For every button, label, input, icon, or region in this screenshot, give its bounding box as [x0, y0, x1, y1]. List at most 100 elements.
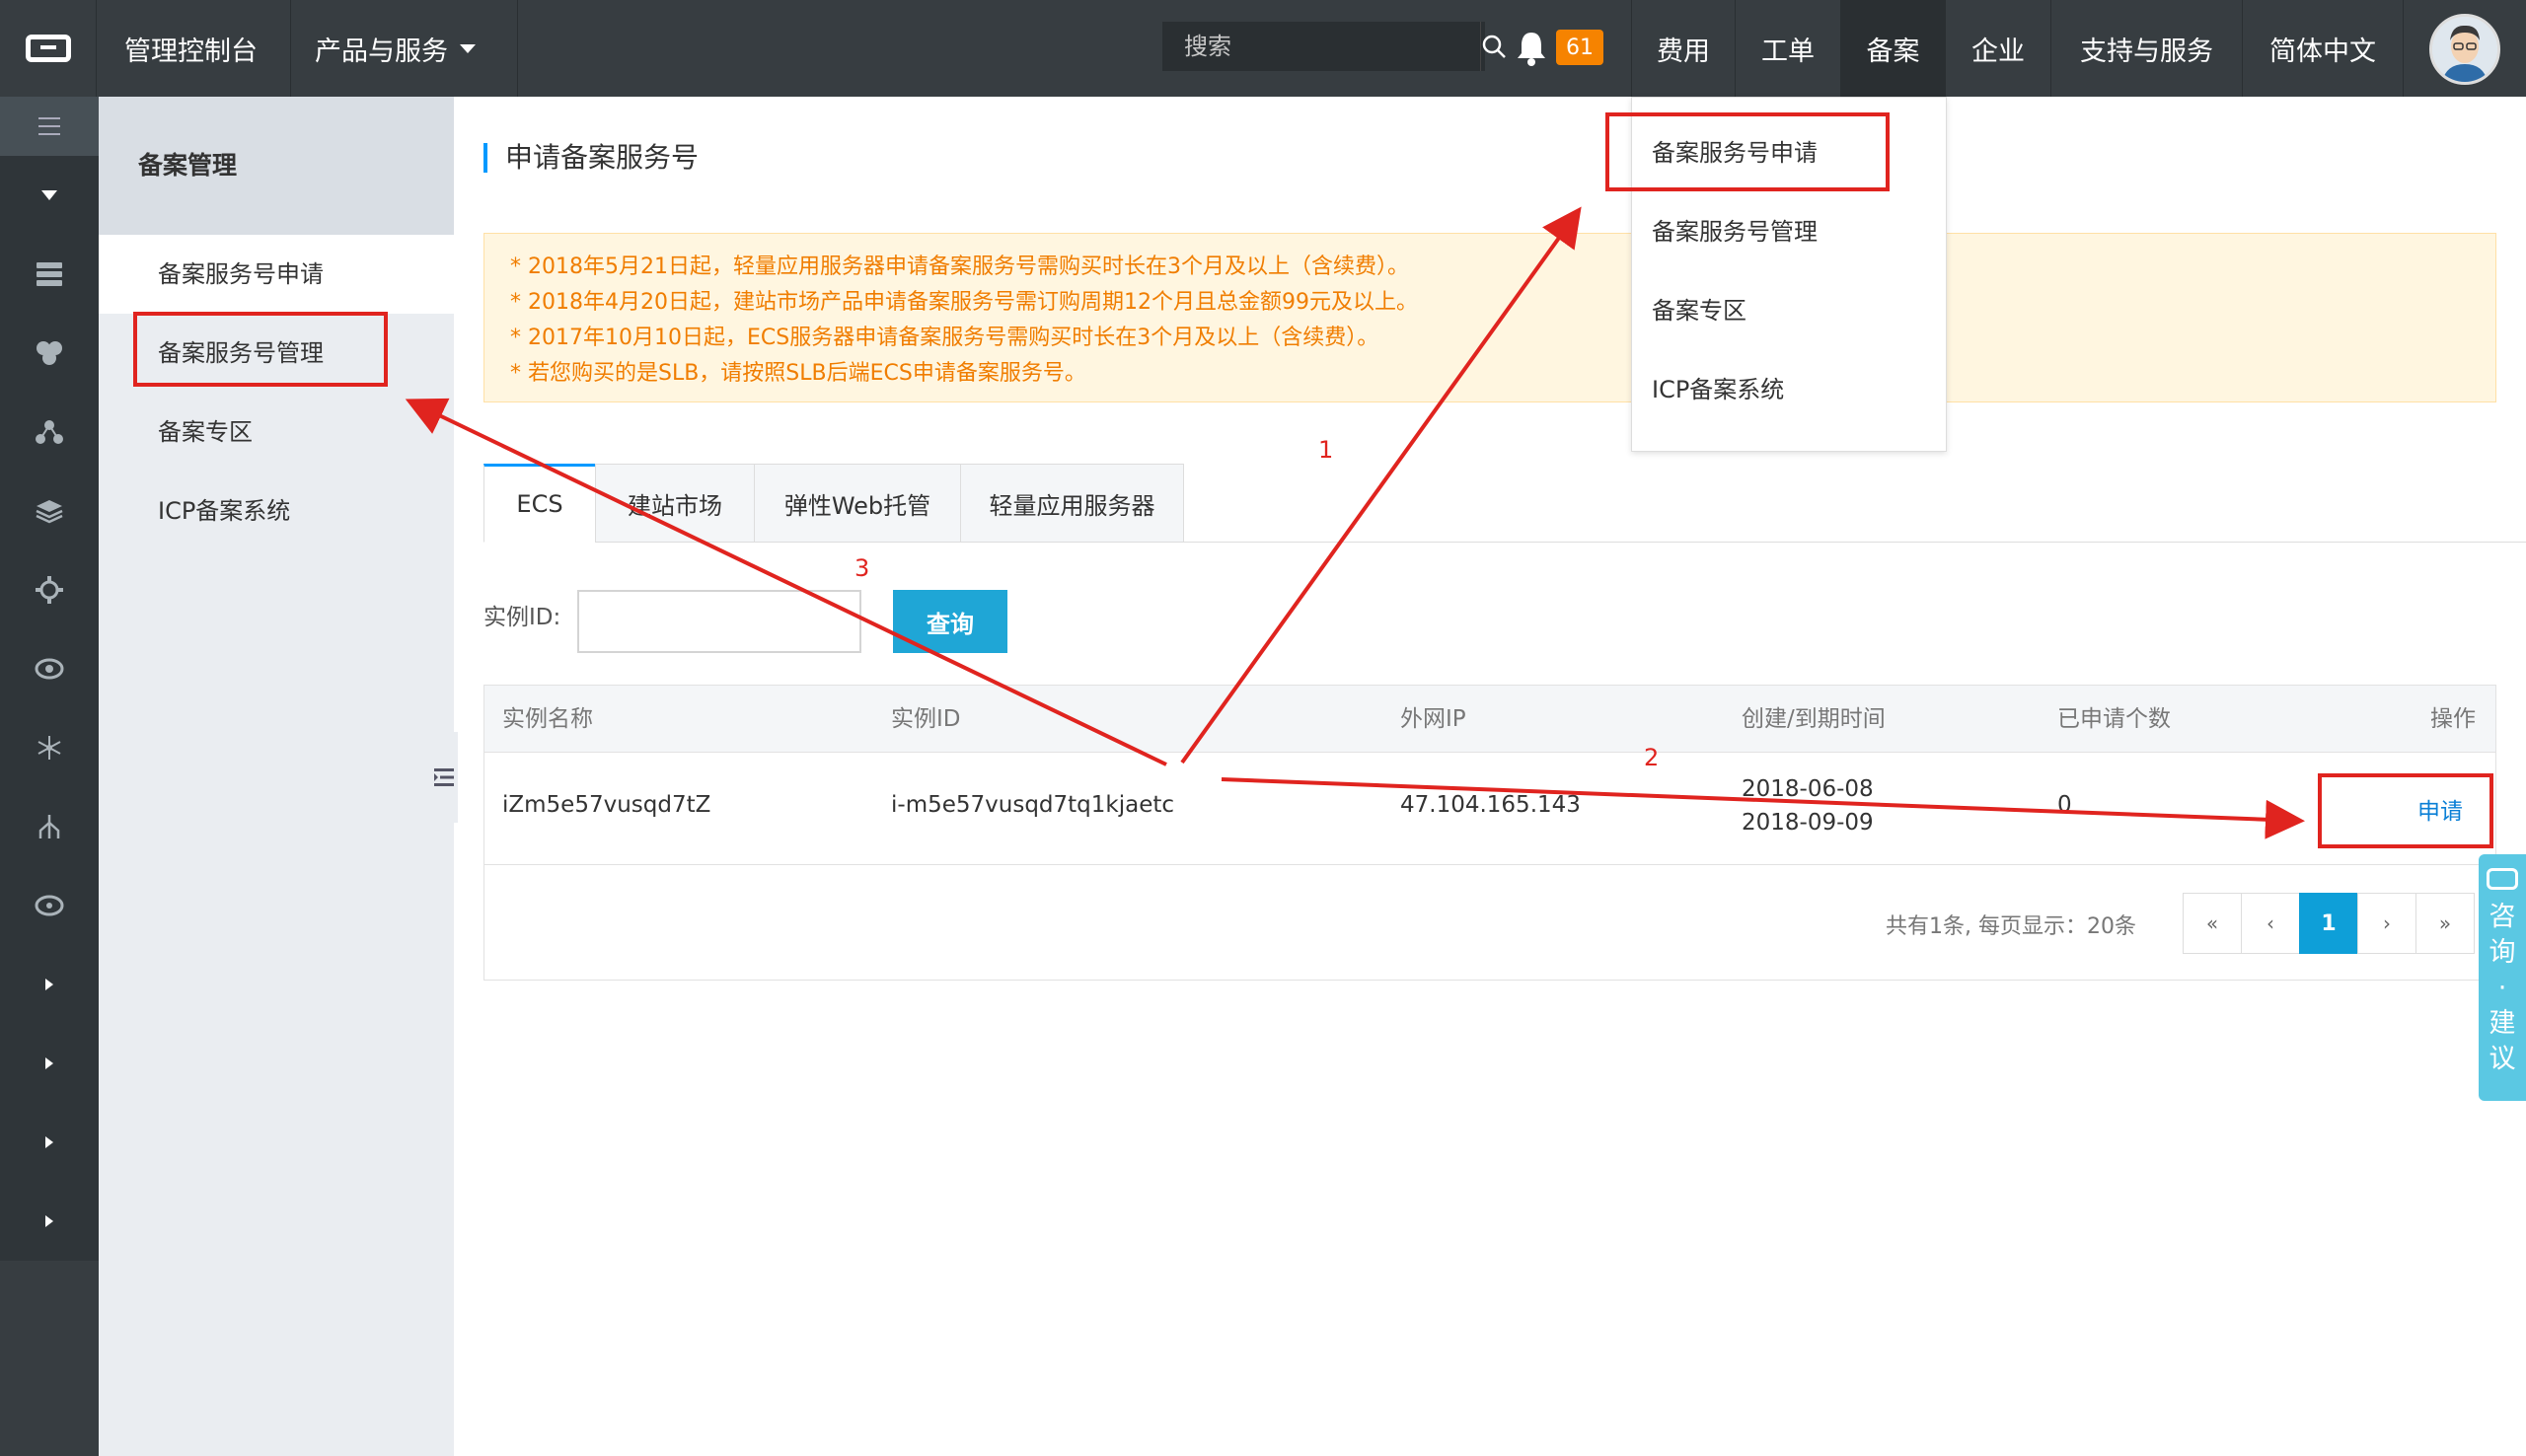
- search-button[interactable]: [1480, 22, 1507, 71]
- subnav-item-filing-zone[interactable]: 备案专区: [99, 393, 454, 472]
- search-box: [1162, 22, 1506, 71]
- nav-support-label: 支持与服务: [2080, 36, 2213, 67]
- sidebar-group-4[interactable]: [0, 1182, 99, 1261]
- cell-public-ip: 47.104.165.143: [1400, 792, 1581, 818]
- query-button[interactable]: 查询: [893, 590, 1007, 653]
- console-home-link[interactable]: 管理控制台: [97, 0, 291, 97]
- nav-enterprise-label: 企业: [1971, 36, 2025, 67]
- col-instance-id: 实例ID: [891, 706, 961, 732]
- sidebar-expand[interactable]: [0, 156, 99, 235]
- chevron-right-icon: [45, 1215, 53, 1227]
- sidebar-group-2[interactable]: [0, 1024, 99, 1103]
- page-prev-button[interactable]: ‹: [2241, 893, 2300, 954]
- sidebar-product-cdn[interactable]: [0, 314, 99, 393]
- sidebar-product-monitor[interactable]: [0, 629, 99, 708]
- instance-id-input[interactable]: [577, 590, 861, 653]
- tab-ecs[interactable]: ECS: [483, 464, 596, 543]
- gear-icon: [36, 576, 63, 604]
- sidebar-product-slb[interactable]: [0, 393, 99, 472]
- product-icon-sidebar: [0, 97, 99, 1456]
- nav-language-label: 简体中文: [2269, 36, 2376, 67]
- notice-line: * 2018年4月20日起，建站市场产品申请备案服务号需订购周期12个月且总金额…: [510, 290, 1418, 315]
- network-icon: [36, 420, 63, 444]
- tab-site-market[interactable]: 建站市场: [595, 464, 755, 543]
- chat-icon: [2487, 868, 2518, 890]
- console-label: 管理控制台: [124, 36, 258, 67]
- tab-light-server[interactable]: 轻量应用服务器: [960, 464, 1184, 543]
- annotation-number-2: 2: [1644, 744, 1660, 771]
- logo-icon: [25, 35, 71, 62]
- view-icon: [35, 895, 64, 916]
- search-input[interactable]: [1162, 22, 1480, 71]
- caret-down-icon: [41, 190, 57, 200]
- cell-expire-date: 2018-09-09: [1742, 810, 1874, 836]
- sidebar-product-ram[interactable]: [0, 866, 99, 945]
- sidebar-product-security[interactable]: [0, 550, 99, 629]
- aliyun-logo[interactable]: [0, 0, 97, 97]
- top-navigation-bar: 管理控制台 产品与服务 61 费用 工单 备案 企业 支持与服务 简体中文: [0, 0, 2526, 97]
- col-instance-name: 实例名称: [502, 706, 593, 732]
- bell-icon[interactable]: [1515, 30, 1548, 67]
- notice-line: * 2017年10月10日起，ECS服务器申请备案服务号需购买时长在3个月及以上…: [510, 326, 1379, 350]
- avatar[interactable]: [2429, 14, 2500, 85]
- notice-line: * 2018年5月21日起，轻量应用服务器申请备案服务号需购买时长在3个月及以上…: [510, 255, 1409, 279]
- notice-panel: * 2018年5月21日起，轻量应用服务器申请备案服务号需购买时长在3个月及以上…: [483, 233, 2496, 402]
- nav-billing-label: 费用: [1657, 36, 1710, 67]
- col-actions: 操作: [2430, 706, 2476, 732]
- cell-instance-id: i-m5e57vusqd7tq1kjaetc: [891, 792, 1175, 818]
- page-first-button[interactable]: «: [2183, 893, 2242, 954]
- page-title: 申请备案服务号: [483, 143, 699, 173]
- col-create-expire-time: 创建/到期时间: [1742, 706, 1886, 732]
- nav-language[interactable]: 简体中文: [2243, 0, 2404, 97]
- sidebar-group-1[interactable]: [0, 945, 99, 1024]
- nav-icp-filing[interactable]: 备案: [1841, 0, 1946, 97]
- chevron-down-icon: [460, 43, 476, 53]
- page-next-button[interactable]: ›: [2357, 893, 2416, 954]
- layers-icon: [36, 500, 63, 524]
- chevron-right-icon: [45, 1136, 53, 1148]
- filing-management-nav: 备案管理 备案服务号申请 备案服务号管理 备案专区 ICP备案系统: [99, 97, 454, 1456]
- dropdown-item-filing-zone[interactable]: 备案专区: [1652, 281, 1938, 340]
- cluster-icon: [37, 341, 62, 365]
- nav-tickets[interactable]: 工单: [1736, 0, 1841, 97]
- annotation-box-subnav: [133, 312, 388, 387]
- subnav-collapse-button[interactable]: [430, 732, 458, 823]
- subnav-item-apply-service-number[interactable]: 备案服务号申请: [99, 235, 454, 314]
- dropdown-item-manage-service-number[interactable]: 备案服务号管理: [1652, 202, 1938, 261]
- sidebar-group-3[interactable]: [0, 1103, 99, 1182]
- sidebar-product-vpc[interactable]: [0, 708, 99, 787]
- instance-id-label: 实例ID:: [483, 605, 561, 630]
- server-icon: [37, 262, 62, 286]
- sidebar-footer: [0, 1261, 99, 1456]
- sidebar-product-ecs[interactable]: [0, 235, 99, 314]
- consult-label: 咨询·建议: [2489, 902, 2516, 1074]
- sidebar-product-storage[interactable]: [0, 472, 99, 550]
- nav-billing[interactable]: 费用: [1632, 0, 1736, 97]
- user-avatar-icon: [2432, 17, 2497, 82]
- product-tabs: ECS 建站市场 弹性Web托管 轻量应用服务器: [483, 464, 2526, 543]
- consult-suggestion-button[interactable]: 咨询·建议: [2479, 854, 2526, 1101]
- page-current-button[interactable]: 1: [2299, 893, 2358, 954]
- cell-instance-name: iZm5e57vusqd7tZ: [502, 792, 711, 818]
- dropdown-item-icp-system[interactable]: ICP备案系统: [1652, 360, 1938, 419]
- nav-tickets-label: 工单: [1761, 36, 1815, 67]
- sidebar-toggle[interactable]: [0, 97, 99, 156]
- eye-icon: [35, 658, 64, 680]
- star-network-icon: [37, 736, 61, 760]
- tab-web-hosting[interactable]: 弹性Web托管: [754, 464, 961, 543]
- instance-table: 实例名称 实例ID 外网IP 创建/到期时间 已申请个数 操作 iZm5e57v…: [483, 685, 2496, 981]
- cell-applied-count: 0: [2057, 792, 2072, 818]
- chevron-right-icon: [45, 979, 53, 990]
- annotation-number-1: 1: [1318, 436, 1334, 464]
- notice-line: * 若您购买的是SLB，请按照SLB后端ECS申请备案服务号。: [510, 361, 1086, 386]
- notification-badge[interactable]: 61: [1556, 30, 1603, 65]
- subnav-title: 备案管理: [99, 97, 454, 235]
- subnav-item-icp-system[interactable]: ICP备案系统: [99, 472, 454, 550]
- page-last-button[interactable]: »: [2415, 893, 2475, 954]
- products-services-menu[interactable]: 产品与服务: [291, 0, 518, 97]
- nav-support[interactable]: 支持与服务: [2051, 0, 2243, 97]
- nav-enterprise[interactable]: 企业: [1946, 0, 2051, 97]
- sidebar-product-analytics[interactable]: [0, 787, 99, 866]
- chevron-right-icon: [45, 1057, 53, 1069]
- annotation-box-apply: [2318, 773, 2493, 848]
